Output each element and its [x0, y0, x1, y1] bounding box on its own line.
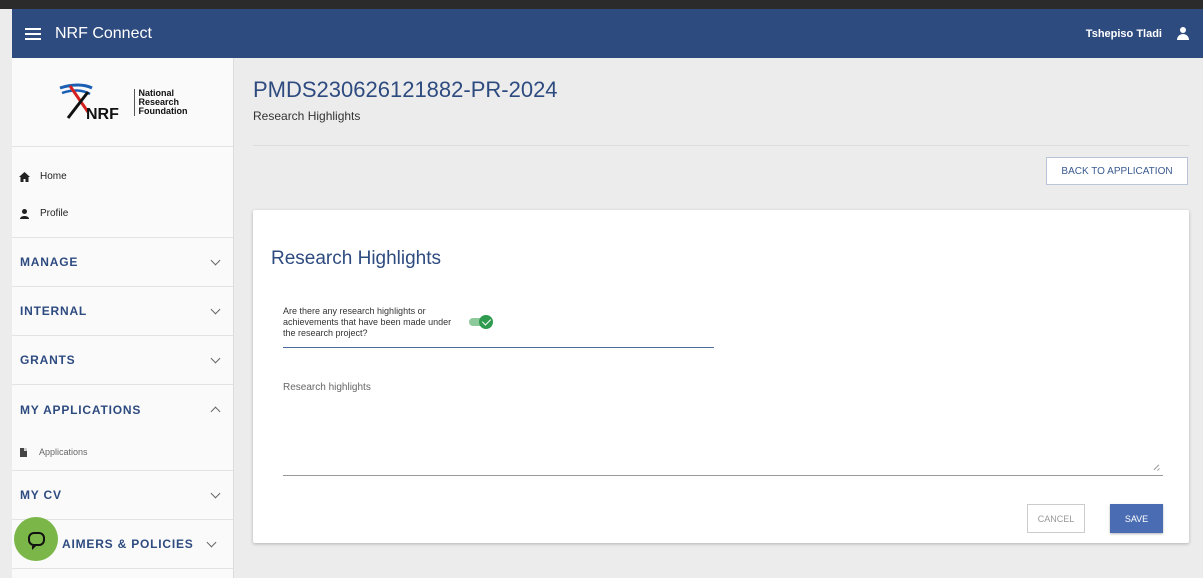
research-highlights-card: Research Highlights Are there any resear…	[253, 210, 1189, 543]
section-label: GRANTS	[20, 353, 76, 367]
highlights-toggle[interactable]	[469, 315, 493, 329]
section-label: MY CV	[20, 488, 62, 502]
user-name: Tshepiso Tladi	[1085, 27, 1162, 40]
chevron-down-icon	[210, 255, 221, 265]
chat-button[interactable]	[14, 517, 58, 561]
app-bar: NRF Connect Tshepiso Tladi	[12, 9, 1203, 58]
logo-mark-text: NRF	[86, 106, 119, 122]
section-manage[interactable]: MANAGE	[12, 238, 233, 287]
person-icon	[18, 208, 30, 219]
sidebar-item-applications[interactable]: Applications	[12, 434, 233, 471]
main-content: PMDS230626121882-PR-2024 Research Highli…	[234, 58, 1203, 578]
logo-text: National Research Foundation	[133, 88, 188, 116]
cancel-button[interactable]: CANCEL	[1027, 504, 1085, 533]
chat-bubble-icon	[27, 532, 45, 550]
section-label: MY APPLICATIONS	[20, 402, 142, 417]
page-subtitle: Research Highlights	[253, 109, 361, 123]
section-grants[interactable]: GRANTS	[12, 336, 233, 385]
section-my-applications[interactable]: MY APPLICATIONS	[12, 385, 233, 434]
chevron-down-icon	[206, 537, 217, 547]
app-title: NRF Connect	[55, 24, 152, 42]
card-title: Research Highlights	[271, 248, 442, 269]
sidebar-item-label: Applications	[39, 447, 88, 457]
divider	[253, 145, 1189, 146]
logo-line: Foundation	[138, 105, 188, 116]
section-label: INTERNAL	[20, 304, 88, 318]
menu-icon[interactable]	[25, 27, 41, 40]
nav-profile-label: Profile	[40, 208, 69, 219]
browser-top-strip	[0, 0, 1203, 9]
save-button[interactable]: SAVE	[1110, 504, 1163, 533]
nav-links: Home Profile	[12, 147, 233, 238]
document-icon	[20, 447, 27, 457]
chevron-up-icon	[210, 406, 221, 417]
question-label: Are there any research highlights or ach…	[283, 306, 452, 338]
chevron-down-icon	[210, 304, 221, 314]
back-to-application-button[interactable]: BACK TO APPLICATION	[1046, 157, 1188, 185]
chevron-down-icon	[210, 488, 221, 498]
nrf-logo-mark: NRF	[59, 83, 119, 122]
sidebar: NRF National Research Foundation Home Pr…	[12, 58, 234, 578]
user-account-icon[interactable]	[1177, 26, 1189, 41]
nav-home-label: Home	[40, 171, 67, 182]
section-label: MANAGE	[20, 255, 79, 269]
section-label: AIMERS & POLICIES	[62, 537, 194, 551]
chevron-down-icon	[210, 353, 221, 363]
research-highlights-textarea[interactable]	[283, 382, 1163, 476]
section-internal[interactable]: INTERNAL	[12, 287, 233, 336]
check-icon	[479, 315, 493, 329]
question-underline	[283, 347, 714, 348]
page-title: PMDS230626121882-PR-2024	[253, 77, 558, 102]
home-icon	[18, 171, 30, 182]
section-my-cv[interactable]: MY CV	[12, 471, 233, 520]
nav-home[interactable]: Home	[12, 158, 233, 195]
nav-profile[interactable]: Profile	[12, 195, 233, 232]
nrf-logo: NRF National Research Foundation	[12, 58, 233, 147]
